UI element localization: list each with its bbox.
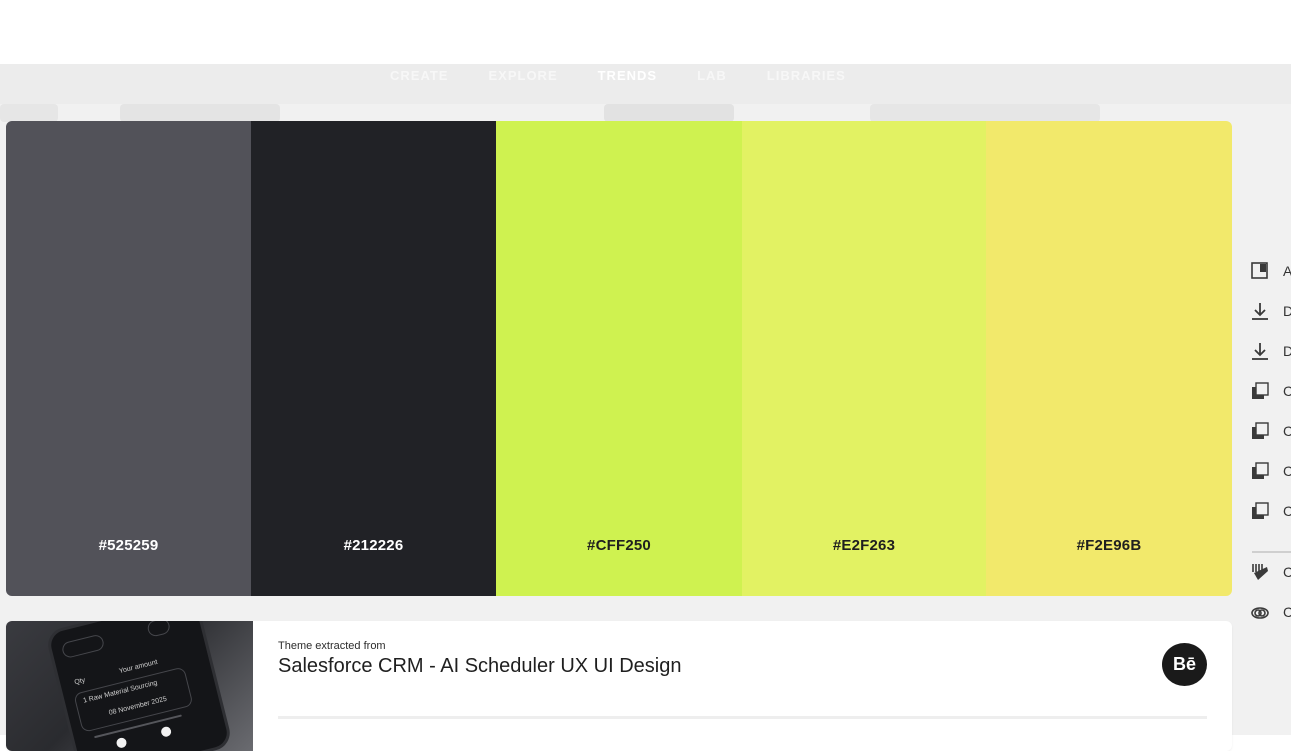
swatch-hex-2[interactable]: #212226 [251, 537, 496, 554]
swatch-5[interactable]: #F2E96B [986, 121, 1232, 596]
swatch-hex-5[interactable]: #F2E96B [986, 537, 1232, 554]
action-download-2[interactable]: D [1250, 339, 1291, 363]
action-copy-1[interactable]: C [1250, 379, 1291, 403]
action-label: C [1283, 383, 1291, 399]
copy-icon [1250, 500, 1270, 522]
action-copy-3[interactable]: C [1250, 459, 1291, 483]
creative-cloud-icon [1250, 601, 1270, 623]
action-copy-2[interactable]: C [1250, 419, 1291, 443]
action-color-palette[interactable]: C [1250, 560, 1291, 584]
action-label: D [1283, 343, 1291, 359]
action-label: C [1283, 604, 1291, 620]
add-to-library-icon [1250, 260, 1270, 282]
tab-trends[interactable]: TRENDS [578, 64, 677, 104]
tab-libraries[interactable]: LIBRARIES [747, 64, 866, 104]
download-icon [1250, 340, 1270, 362]
thumb-text-amount: Your amount [118, 658, 159, 676]
behance-logo-icon[interactable]: Bē [1162, 643, 1207, 686]
swatch-3[interactable]: #CFF250 [496, 121, 742, 596]
theme-extracted-label: Theme extracted from [278, 640, 386, 652]
thumb-text-qty: Qty [73, 676, 87, 687]
card-divider [278, 716, 1207, 719]
action-label: D [1283, 303, 1291, 319]
tab-explore[interactable]: EXPLORE [468, 64, 577, 104]
project-thumbnail[interactable]: Your amount Qty 1 Raw Material Sourcing … [6, 621, 253, 751]
action-label: A [1283, 263, 1291, 279]
copy-icon [1250, 420, 1270, 442]
actions-divider [1252, 551, 1291, 553]
action-add-to-library[interactable]: A [1250, 259, 1291, 283]
action-copy-4[interactable]: C [1250, 499, 1291, 523]
phone-mockup-image: Your amount Qty 1 Raw Material Sourcing … [44, 621, 234, 751]
color-palette: #525259 #212226 #CFF250 #E2F263 #F2E96B [6, 121, 1232, 596]
copy-icon [1250, 380, 1270, 402]
swatch-1[interactable]: #525259 [6, 121, 251, 596]
swatch-hex-3[interactable]: #CFF250 [496, 537, 742, 554]
action-label: C [1283, 463, 1291, 479]
tab-lab[interactable]: LAB [677, 64, 747, 104]
swatch-2[interactable]: #212226 [251, 121, 496, 596]
nav-tabs: CREATE EXPLORE TRENDS LAB LIBRARIES [370, 64, 866, 104]
actions-panel: A D D C C C C C C [1250, 104, 1291, 735]
color-palette-icon [1250, 561, 1270, 583]
tab-create[interactable]: CREATE [370, 64, 468, 104]
theme-source-card: Your amount Qty 1 Raw Material Sourcing … [6, 621, 1232, 751]
action-download-1[interactable]: D [1250, 299, 1291, 323]
swatch-4[interactable]: #E2F263 [742, 121, 986, 596]
theme-title[interactable]: Salesforce CRM - AI Scheduler UX UI Desi… [278, 655, 682, 678]
action-label: C [1283, 564, 1291, 580]
swatch-hex-4[interactable]: #E2F263 [742, 537, 986, 554]
download-icon [1250, 300, 1270, 322]
action-creative-cloud[interactable]: C [1250, 600, 1291, 624]
copy-icon [1250, 460, 1270, 482]
swatch-hex-1[interactable]: #525259 [6, 537, 251, 554]
action-label: C [1283, 423, 1291, 439]
top-nav-bar: CREATE EXPLORE TRENDS LAB LIBRARIES [0, 64, 1291, 104]
action-label: C [1283, 503, 1291, 519]
